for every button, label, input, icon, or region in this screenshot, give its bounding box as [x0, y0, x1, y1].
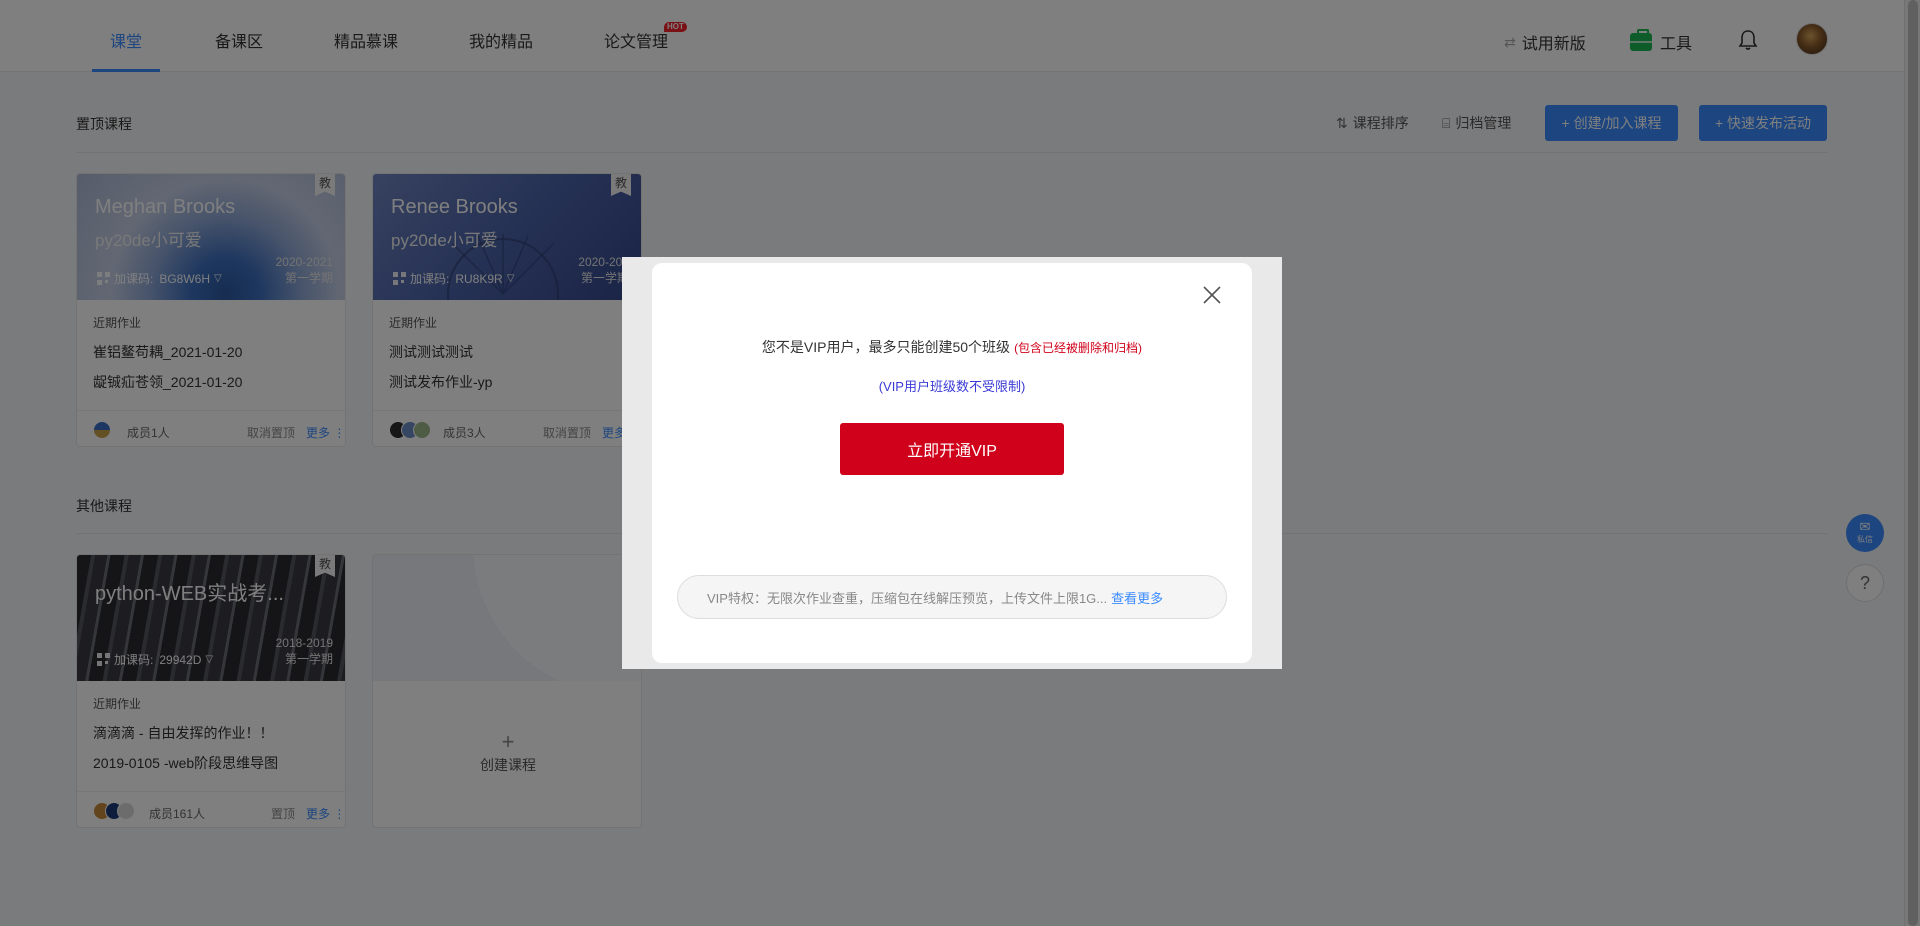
vip-unlimited-note: (VIP用户班级数不受限制)	[878, 379, 1026, 394]
view-more-link[interactable]: 查看更多	[1111, 588, 1163, 607]
message-note: (包含已经被删除和归档)	[1014, 341, 1143, 355]
vip-perks-bar: VIP特权：无限次作业查重，压缩包在线解压预览，上传文件上限1G... 查看更多	[677, 575, 1227, 619]
message-text: 您不是VIP用户，最多只能创建50个班级	[761, 339, 1011, 355]
activate-vip-button[interactable]: 立即开通VIP	[840, 423, 1064, 475]
vip-limit-dialog: 您不是VIP用户，最多只能创建50个班级 (包含已经被删除和归档) (VIP用户班…	[652, 263, 1252, 663]
vip-limit-message: 您不是VIP用户，最多只能创建50个班级 (包含已经被删除和归档)	[652, 337, 1252, 357]
vip-perks-text: VIP特权：无限次作业查重，压缩包在线解压预览，上传文件上限1G...	[707, 590, 1108, 606]
close-icon[interactable]	[1200, 283, 1224, 307]
